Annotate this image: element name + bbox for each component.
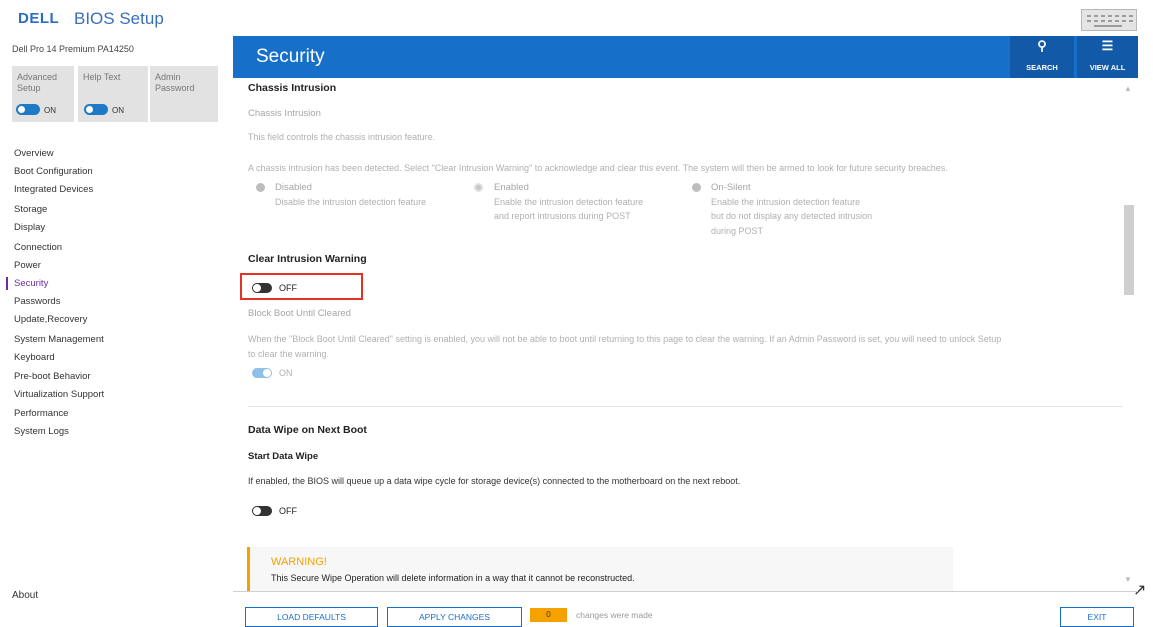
sidebar-item-system-logs[interactable]: System Logs bbox=[14, 426, 69, 438]
start-data-wipe-title: Start Data Wipe bbox=[248, 451, 319, 462]
mouse-cursor-icon: ↗ bbox=[1133, 582, 1147, 599]
help-text-toggle[interactable] bbox=[84, 104, 108, 115]
page-header-bar bbox=[233, 36, 1138, 78]
sidebar-item-storage[interactable]: Storage bbox=[14, 204, 47, 216]
block-boot-desc: When the "Block Boot Until Cleared" sett… bbox=[248, 334, 1002, 344]
option-enabled-desc-2: and report intrusions during POST bbox=[494, 211, 631, 221]
view-all-icon: ☰ bbox=[1101, 38, 1114, 53]
system-model: Dell Pro 14 Premium PA14250 bbox=[12, 44, 134, 54]
sidebar-item-update-recovery[interactable]: Update,Recovery bbox=[14, 314, 87, 326]
block-boot-toggle[interactable] bbox=[252, 368, 272, 378]
sidebar-item-overview[interactable]: Overview bbox=[14, 148, 54, 160]
intrusion-detected-message: A chassis intrusion has been detected. S… bbox=[248, 163, 948, 173]
footer-divider bbox=[233, 591, 1138, 592]
keyboard-icon[interactable] bbox=[1081, 9, 1137, 31]
search-button[interactable]: ⚲ SEARCH bbox=[1010, 36, 1074, 78]
advanced-setup-box: Advanced Setup ON bbox=[12, 66, 74, 122]
section-divider bbox=[248, 406, 1123, 407]
warning-title: WARNING! bbox=[271, 556, 327, 568]
sidebar-item-passwords[interactable]: Passwords bbox=[14, 296, 60, 308]
sidebar-item-power[interactable]: Power bbox=[14, 260, 41, 272]
sidebar-item-security[interactable]: Security bbox=[14, 278, 48, 290]
warning-box bbox=[247, 547, 953, 591]
sidebar-item-connection[interactable]: Connection bbox=[14, 242, 62, 254]
radio-disabled[interactable] bbox=[256, 183, 265, 192]
page-title: Security bbox=[256, 46, 325, 67]
option-on-silent-desc-2: but do not display any detected intrusio… bbox=[711, 211, 873, 221]
option-enabled-desc: Enable the intrusion detection feature bbox=[494, 197, 644, 207]
warning-text: This Secure Wipe Operation will delete i… bbox=[271, 573, 635, 583]
sidebar-item-boot-configuration[interactable]: Boot Configuration bbox=[14, 166, 93, 178]
advanced-setup-toggle[interactable] bbox=[16, 104, 40, 115]
sidebar-item-performance[interactable]: Performance bbox=[14, 408, 68, 420]
admin-password-box[interactable]: Admin Password bbox=[150, 66, 218, 122]
start-data-wipe-toggle[interactable] bbox=[252, 506, 272, 516]
block-boot-desc-2: to clear the warning. bbox=[248, 349, 330, 359]
sidebar-item-display[interactable]: Display bbox=[14, 222, 45, 234]
clear-intrusion-toggle[interactable] bbox=[252, 283, 272, 293]
search-icon: ⚲ bbox=[1037, 38, 1047, 53]
scrollbar-thumb[interactable] bbox=[1124, 205, 1134, 295]
start-data-wipe-state: OFF bbox=[279, 506, 297, 516]
admin-password-label: Admin bbox=[155, 72, 181, 82]
advanced-setup-state: ON bbox=[44, 106, 56, 115]
app-title: BIOS Setup bbox=[74, 9, 164, 28]
change-count-badge: 0 bbox=[530, 608, 567, 622]
sidebar-item-system-management[interactable]: System Management bbox=[14, 334, 104, 346]
data-wipe-description: If enabled, the BIOS will queue up a dat… bbox=[248, 476, 741, 486]
option-disabled-label: Disabled bbox=[275, 182, 312, 193]
clear-intrusion-state: OFF bbox=[279, 283, 297, 293]
exit-button[interactable]: EXIT bbox=[1060, 607, 1134, 627]
changes-text: changes were made bbox=[576, 610, 653, 620]
sidebar-item-virtualization-support[interactable]: Virtualization Support bbox=[14, 389, 104, 401]
advanced-setup-label: Advanced bbox=[17, 72, 58, 82]
view-all-button[interactable]: ☰ VIEW ALL bbox=[1077, 36, 1138, 78]
block-boot-state: ON bbox=[279, 368, 293, 378]
sidebar-item-pre-boot-behavior[interactable]: Pre-boot Behavior bbox=[14, 371, 91, 383]
chassis-section-title: Chassis Intrusion bbox=[248, 82, 337, 94]
radio-on-silent[interactable] bbox=[692, 183, 701, 192]
chevron-down-icon[interactable]: ▼ bbox=[1124, 575, 1132, 584]
help-text-state: ON bbox=[112, 106, 124, 115]
clear-intrusion-title: Clear Intrusion Warning bbox=[248, 253, 367, 265]
apply-changes-button[interactable]: APPLY CHANGES bbox=[387, 607, 522, 627]
load-defaults-button[interactable]: LOAD DEFAULTS bbox=[245, 607, 378, 627]
sidebar-item-integrated-devices[interactable]: Integrated Devices bbox=[14, 184, 93, 196]
option-on-silent-label: On-Silent bbox=[711, 182, 751, 193]
radio-enabled[interactable] bbox=[474, 183, 483, 192]
help-text-label: Help Text bbox=[83, 72, 121, 82]
data-wipe-section-title: Data Wipe on Next Boot bbox=[248, 424, 367, 436]
active-nav-indicator bbox=[6, 277, 8, 290]
dell-logo: DELL bbox=[18, 10, 60, 27]
option-on-silent-desc: Enable the intrusion detection feature bbox=[711, 197, 861, 207]
about-link[interactable]: About bbox=[12, 590, 38, 601]
option-disabled-desc: Disable the intrusion detection feature bbox=[275, 197, 427, 207]
chassis-setting-name: Chassis Intrusion bbox=[248, 108, 321, 119]
option-on-silent-desc-3: during POST bbox=[711, 226, 764, 236]
chassis-description: This field controls the chassis intrusio… bbox=[248, 132, 436, 142]
sidebar-item-keyboard[interactable]: Keyboard bbox=[14, 352, 55, 364]
help-text-box: Help Text ON bbox=[78, 66, 148, 122]
chevron-up-icon[interactable]: ▲ bbox=[1124, 84, 1132, 93]
block-boot-title: Block Boot Until Cleared bbox=[248, 308, 351, 319]
option-enabled-label: Enabled bbox=[494, 182, 529, 193]
